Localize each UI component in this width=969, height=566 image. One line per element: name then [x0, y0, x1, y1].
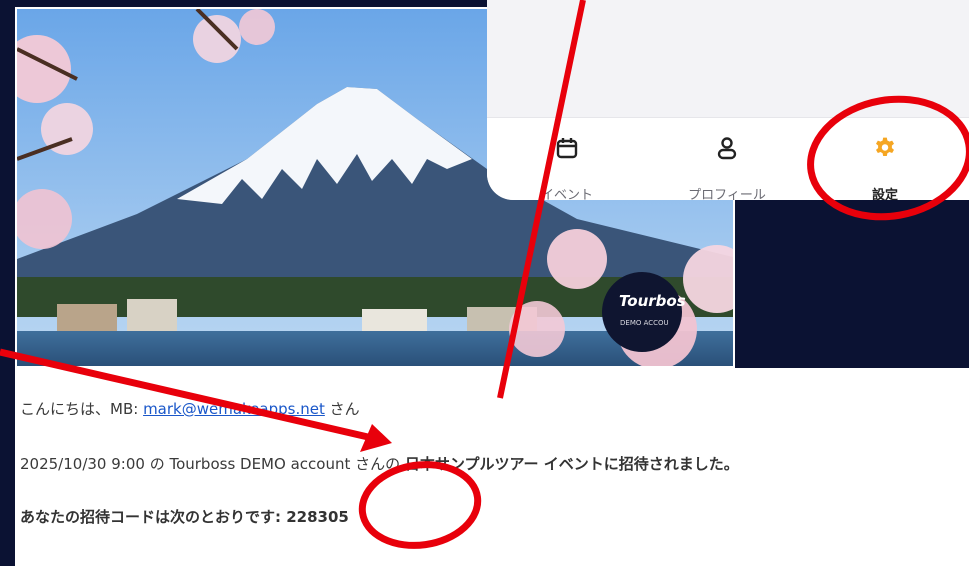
invite-line: 2025/10/30 9:00 の Tourboss DEMO account …: [20, 453, 739, 474]
calendar-icon: [556, 138, 578, 159]
invite-host: Tourboss DEMO account: [169, 455, 351, 473]
invite-code-label: あなたの招待コードは次のとおりです:: [20, 508, 287, 526]
invite-suffix: イベントに招待されました。: [538, 455, 739, 473]
tab-profile[interactable]: プロフィール: [647, 118, 807, 200]
invite-code-value: 228305: [286, 508, 349, 526]
tab-profile-label: プロフィール: [688, 188, 766, 200]
gear-icon: [876, 137, 894, 157]
tab-event-label: イベント: [540, 188, 594, 200]
invite-host-suffix: さんの: [350, 455, 405, 473]
tab-settings-label: 設定: [871, 188, 899, 200]
tourboss-logo-badge: [602, 272, 682, 352]
invite-of: の: [144, 455, 170, 473]
invite-code-line: あなたの招待コードは次のとおりです: 228305: [20, 506, 349, 527]
app-screen-overlay: イベント プロフィール 設定: [487, 0, 969, 200]
logo-text: Tourbos: [619, 292, 686, 310]
person-icon: [717, 137, 737, 160]
tab-settings[interactable]: 設定: [807, 118, 969, 200]
bottom-tab-bar: イベント プロフィール 設定: [487, 118, 969, 200]
greeting-suffix: さん: [324, 400, 360, 418]
email-link[interactable]: mark@wemakeapps.net: [143, 400, 325, 418]
tab-event[interactable]: イベント: [487, 118, 647, 200]
invite-event-name: 日本サンプルツアー: [404, 455, 539, 473]
greeting-line: こんにちは、MB: mark@wemakeapps.net さん: [20, 398, 360, 419]
greeting-prefix: こんにちは、MB:: [20, 400, 144, 418]
invite-datetime: 2025/10/30 9:00: [20, 455, 145, 473]
email-body: こんにちは、MB: mark@wemakeapps.net さん 2025/10…: [15, 368, 969, 566]
logo-subtext: DEMO ACCOU: [620, 319, 669, 327]
